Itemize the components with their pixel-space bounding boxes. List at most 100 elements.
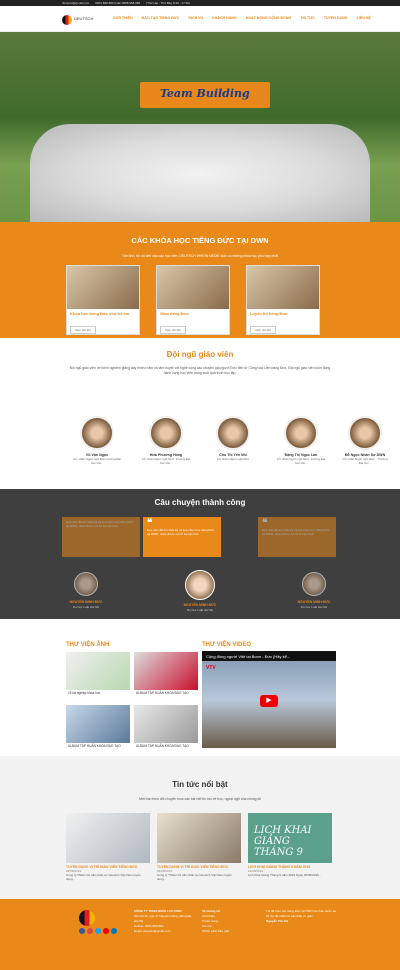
course-name[interactable]: Khóa học tiếng Đức cho trẻ em	[67, 309, 139, 318]
album-thumb[interactable]	[66, 705, 130, 743]
hours-text: (Thứ Hai - Thứ Bảy 8:30 - 17:30)	[146, 1, 190, 5]
news-image-text: LỊCH KHAI GIẢNG THÁNG 9	[254, 825, 312, 858]
teacher-card[interactable]: Đỗ Ngọc Nhân Sự DWN Cử nhân Ngôn ngữ Đức…	[340, 416, 390, 465]
course-card[interactable]: Luyện thi tiếng Đức Xem chi tiết	[246, 265, 320, 335]
teacher-photo	[80, 416, 114, 450]
course-image	[157, 266, 229, 309]
nav-item[interactable]: ĐÀO TẠO TIẾNG ĐỨC	[142, 16, 180, 20]
facebook-icon[interactable]	[79, 928, 85, 934]
course-details-button[interactable]: Xem chi tiết	[160, 326, 186, 334]
course-card[interactable]: Giao tiếng Đức Xem chi tiết	[156, 265, 230, 335]
banner-text: Team Building	[160, 87, 250, 100]
album-caption[interactable]: Lễ tốt nghiệp khóa học	[68, 691, 132, 695]
teacher-photo	[348, 416, 382, 450]
album-caption[interactable]: ALBUM TẬP HUẤN KHÓA ĐÀO TẠO	[136, 744, 200, 748]
story-role: Du học Luật Hà Nội	[186, 608, 214, 612]
teachers-title: Đội ngũ giáo viên	[166, 350, 234, 359]
hotline-text[interactable]: 0901.898.880 hoặc 0988.968.086	[95, 1, 140, 5]
story-text: Học viên đã tìm hiểu kỹ và lựa chọn học …	[66, 520, 134, 528]
footer-logo[interactable]	[79, 910, 95, 926]
footer-link[interactable]: Chính sách bảo mật	[202, 929, 252, 934]
testimonial-text: Tôi đã theo học tiếng Đức tại DWN và nhậ…	[266, 909, 337, 918]
news-excerpt: Công ty TNHH Cổ vấn nhân sự Deutsch Việt…	[66, 873, 141, 881]
video-player[interactable]: Cộng đồng người Việt tại Bonn - Đức [Hãy…	[202, 651, 336, 748]
teacher-photo	[284, 416, 318, 450]
story-name: NGUYỄN MINH ĐỨC	[69, 600, 103, 604]
teacher-card[interactable]: Chu Thị Yến Nhi Cử nhân Ngôn ngữ Đức	[208, 416, 258, 461]
page: dwnedu@gmail.com 0901.898.880 hoặc 0988.…	[0, 0, 400, 970]
courses-subtitle: Tận tình, tôi ưu tiên cầu các học viên, …	[121, 254, 279, 258]
teacher-card[interactable]: Hứa Phương Hồng Cử nhân Ngôn ngữ Đức, tr…	[141, 416, 191, 465]
story-name: NGUYỄN MINH ĐỨC	[297, 600, 331, 604]
hero-banner: Team Building	[0, 32, 400, 222]
logo-text: DEUTSCH	[74, 16, 94, 22]
play-icon[interactable]: ▶	[260, 695, 278, 707]
logo-mark	[62, 14, 72, 25]
story-quote: Học viên đã tìm hiểu kỹ và lựa chọn học …	[62, 517, 140, 557]
story-avatar	[302, 572, 326, 596]
course-card[interactable]: Khóa học tiếng Đức cho trẻ em Xem chi ti…	[66, 265, 140, 335]
header: DEUTSCH GIỚI THIỆU ĐÀO TẠO TIẾNG ĐỨC DỊC…	[0, 6, 400, 32]
stories-title: Câu chuyện thành công	[154, 498, 246, 507]
teacher-photo	[149, 416, 183, 450]
story-role: Du học Luật Hà Nội	[300, 605, 328, 609]
footer-company: CÔNG TY TNHH NHÂN LỰC DWN Số nhà 15, ngõ…	[134, 909, 194, 934]
teachers-intro: Đội ngũ giáo viên với kinh nghiệm giảng …	[69, 366, 331, 375]
course-image	[67, 266, 139, 309]
photo-library-title: THƯ VIỆN ẢNH	[66, 642, 110, 648]
story-text: Học viên đã tìm hiểu kỹ và lựa chọn học …	[147, 528, 215, 536]
course-name[interactable]: Giao tiếng Đức	[157, 309, 229, 318]
news-subtitle: Mời bạn theo dõi chuyên mục các bài viết…	[138, 797, 262, 801]
nav-item[interactable]: TIN TỨC	[300, 16, 315, 20]
footer	[0, 899, 400, 970]
video-title[interactable]: Cộng đồng người Việt tại Bonn - Đức [Hãy…	[202, 651, 336, 661]
teacher-desc: Cử nhân Ngôn ngữ Đức, trường Đại học Hà.…	[141, 457, 191, 465]
course-details-button[interactable]: Xem chi tiết	[70, 326, 96, 334]
story-avatar	[185, 570, 215, 600]
quote-icon: ❝	[262, 518, 268, 529]
album-caption[interactable]: ALBUM TẬP HUẤN KHÓA ĐÀO TẠO	[68, 744, 132, 748]
news-image: LỊCH KHAI GIẢNG THÁNG 9	[248, 813, 332, 863]
news-title: Tin tức nổi bật	[172, 780, 228, 789]
twitter-icon[interactable]	[95, 928, 101, 934]
youtube-icon[interactable]	[103, 928, 109, 934]
story-role: Du học Luật Hà Nội	[72, 605, 100, 609]
company-email[interactable]: Email: dwnedu@gmail.com	[134, 929, 194, 934]
team-building-banner: Team Building	[140, 82, 270, 108]
story-avatar	[74, 572, 98, 596]
teacher-card[interactable]: Vũ Văn Ngọc Cử nhân Ngôn ngữ Đức trường …	[72, 416, 122, 465]
teacher-desc: Cử nhân Ngôn ngữ Đức, trường Đại học Hà.…	[276, 457, 326, 465]
news-card[interactable]: TUYỂN DỤNG VỊ TRÍ GIÁO VIÊN TIẾNG ĐỨC 24…	[157, 813, 241, 893]
nav-item[interactable]: GIỚI THIỆU	[113, 16, 133, 20]
google-plus-icon[interactable]	[87, 928, 93, 934]
course-details-button[interactable]: Xem chi tiết	[250, 326, 276, 334]
testimonial-name: Nguyễn Thu Hà	[266, 919, 289, 923]
teacher-card[interactable]: Đặng Thị Ngọc Lan Cử nhân Ngôn ngữ Đức, …	[276, 416, 326, 465]
footer-testimonial: Tôi đã theo học tiếng Đức tại DWN và nhậ…	[266, 909, 338, 924]
nav-item[interactable]: TUYỂN DỤNG	[324, 16, 348, 20]
email-text[interactable]: dwnedu@gmail.com	[62, 1, 89, 5]
channel-logo: VTV	[206, 665, 216, 671]
nav-item[interactable]: KHÁCH HÀNG	[212, 16, 237, 20]
story-text: Học viên đã tìm hiểu kỹ và lựa chọn học …	[262, 528, 330, 536]
news-card[interactable]: TUYỂN DỤNG VỊ TRÍ GIÁO VIÊN TIẾNG ĐỨC 24…	[66, 813, 150, 893]
album-thumb[interactable]	[134, 652, 198, 690]
story-quote: ❝ Học viên đã tìm hiểu kỹ và lựa chọn họ…	[258, 517, 336, 557]
nav-item[interactable]: HOẠT ĐỘNG CỘNG ĐỒNG	[246, 16, 292, 20]
course-image	[247, 266, 319, 309]
nav-item[interactable]: DỊCH VỤ	[188, 16, 203, 20]
news-card[interactable]: LỊCH KHAI GIẢNG THÁNG 9 LỊCH KHAI GIẢNG …	[248, 813, 332, 893]
video-library-title: THƯ VIỆN VIDEO	[202, 642, 251, 648]
album-thumb[interactable]	[66, 652, 130, 690]
logo[interactable]: DEUTSCH	[62, 13, 102, 26]
story-quote: ❝ Học viên đã tìm hiểu kỹ và lựa chọn họ…	[143, 517, 221, 557]
group-photo	[30, 124, 370, 222]
album-thumb[interactable]	[134, 705, 198, 743]
teacher-desc: Cử nhân Ngôn ngữ Đức	[216, 457, 250, 461]
quote-icon: ❝	[147, 518, 153, 529]
linkedin-icon[interactable]	[111, 928, 117, 934]
main-nav: GIỚI THIỆU ĐÀO TẠO TIẾNG ĐỨC DỊCH VỤ KHÁ…	[113, 16, 371, 20]
album-caption[interactable]: ALBUM TẬP HUẤN KHÓA ĐÀO TẠO	[136, 691, 200, 695]
nav-item[interactable]: LIÊN HỆ	[357, 16, 371, 20]
course-name[interactable]: Luyện thi tiếng Đức	[247, 309, 319, 318]
